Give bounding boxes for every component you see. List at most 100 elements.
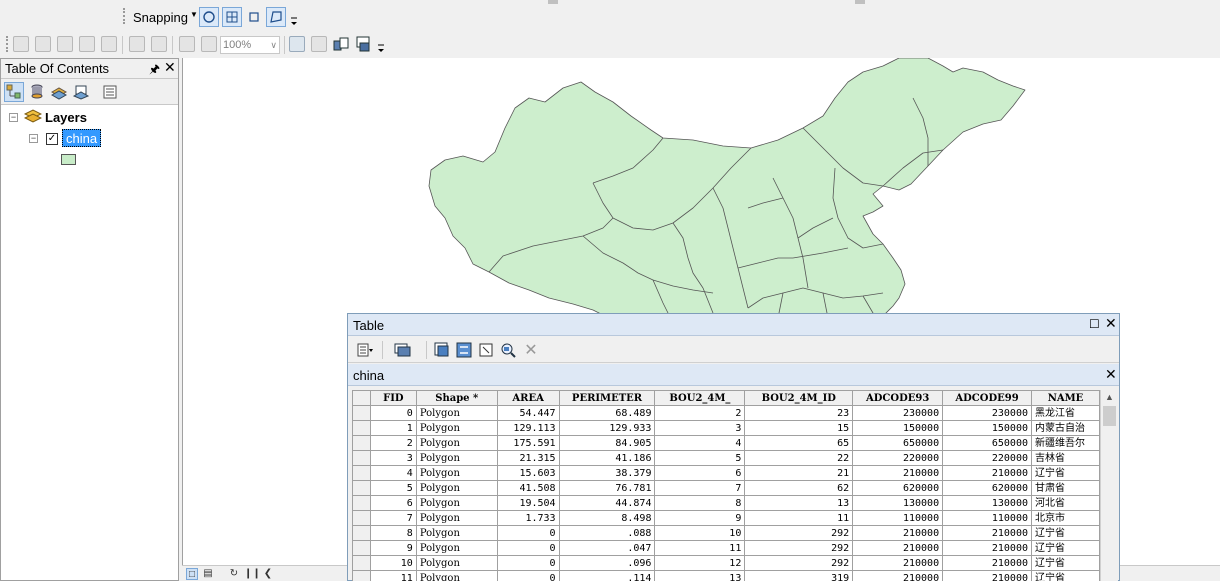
table-cell[interactable]: 9: [654, 510, 746, 526]
table-cell[interactable]: .114: [558, 570, 656, 581]
table-cell[interactable]: 620000: [852, 480, 944, 496]
table-cell[interactable]: .096: [558, 555, 656, 571]
select-by-attributes-button[interactable]: [433, 341, 451, 359]
table-cell[interactable]: 10: [654, 525, 746, 541]
table-cell[interactable]: Polygon: [415, 465, 498, 481]
table-cell[interactable]: 辽宁省: [1030, 540, 1100, 556]
table-row[interactable]: 3 Polygon 21.315 41.186 5 22 220000 220000 吉林省: [352, 450, 1100, 466]
clear-selection-button[interactable]: [477, 341, 495, 359]
column-header[interactable]: AREA: [496, 390, 560, 406]
table-cell[interactable]: 8.498: [558, 510, 656, 526]
refresh-icon[interactable]: ↻: [228, 568, 240, 580]
table-cell[interactable]: 22: [744, 450, 854, 466]
table-cell[interactable]: 0: [369, 405, 417, 421]
maximize-icon[interactable]: ☐: [1089, 317, 1100, 331]
column-header[interactable]: PERIMETER: [558, 390, 656, 406]
table-row[interactable]: 1 Polygon 129.113 129.933 3 15 150000 150000 内蒙古…: [352, 420, 1100, 436]
table-row[interactable]: 10 Polygon 0.096 12 292 210000 210000 辽宁省: [352, 555, 1100, 571]
table-cell[interactable]: Polygon: [415, 480, 498, 496]
chevron-down-icon[interactable]: ∨: [270, 37, 277, 53]
table-cell[interactable]: 15: [744, 420, 854, 436]
table-cell[interactable]: 10: [369, 555, 417, 571]
table-cell[interactable]: 辽宁省: [1030, 555, 1100, 571]
table-cell[interactable]: 21.315: [496, 450, 560, 466]
table-cell[interactable]: Polygon: [415, 405, 498, 421]
table-cell[interactable]: 210000: [852, 465, 944, 481]
table-cell[interactable]: 11: [369, 570, 417, 581]
table-cell[interactable]: 230000: [852, 405, 944, 421]
table-cell[interactable]: Polygon: [415, 420, 498, 436]
end-snapping-button[interactable]: [222, 7, 242, 27]
table-row[interactable]: 0 Polygon 54.447 68.489 2 23 230000 230000 黑龙江省: [352, 405, 1100, 421]
row-selector[interactable]: [352, 495, 371, 511]
table-row[interactable]: 11 Polygon 0.114 13 319 210000 210000 辽宁省: [352, 570, 1100, 581]
table-cell[interactable]: 6: [654, 465, 746, 481]
row-selector[interactable]: [352, 525, 371, 541]
layer-collapse-icon[interactable]: −: [29, 134, 38, 143]
scroll-left-icon[interactable]: ❮: [262, 568, 274, 580]
toggle-draft-mode-icon[interactable]: [289, 36, 305, 52]
zoom-whole-page-icon[interactable]: [151, 36, 167, 52]
table-cell[interactable]: 1.733: [496, 510, 560, 526]
table-cell[interactable]: 150000: [852, 420, 944, 436]
column-header[interactable]: Shape *: [415, 390, 498, 406]
table-cell[interactable]: 13: [744, 495, 854, 511]
table-cell[interactable]: 0: [496, 570, 560, 581]
table-cell[interactable]: 2: [654, 405, 746, 421]
table-cell[interactable]: 0: [496, 555, 560, 571]
point-snapping-button[interactable]: [199, 7, 219, 27]
table-row[interactable]: 6 Polygon 19.504 44.874 8 13 130000 130000 河北省: [352, 495, 1100, 511]
table-cell[interactable]: 130000: [942, 495, 1032, 511]
scroll-up-icon[interactable]: ▲: [1105, 392, 1114, 402]
row-selector[interactable]: [352, 435, 371, 451]
table-cell[interactable]: 11: [744, 510, 854, 526]
fixed-zoom-icon[interactable]: [101, 36, 117, 52]
table-cell[interactable]: 8: [369, 525, 417, 541]
table-cell[interactable]: 230000: [942, 405, 1032, 421]
pause-drawing-icon[interactable]: ❙❙: [244, 568, 261, 580]
table-cell[interactable]: 9: [369, 540, 417, 556]
zoom-in-icon[interactable]: [13, 36, 29, 52]
table-cell[interactable]: 北京市: [1030, 510, 1100, 526]
table-cell[interactable]: .047: [558, 540, 656, 556]
table-cell[interactable]: 220000: [852, 450, 944, 466]
table-cell[interactable]: Polygon: [415, 570, 498, 581]
delete-selected-icon[interactable]: ✕: [522, 341, 540, 359]
data-driven-pages-icon[interactable]: [354, 35, 372, 53]
zoom-to-selected-button[interactable]: [499, 341, 517, 359]
table-cell[interactable]: 新疆维吾尔: [1030, 435, 1100, 451]
row-selector[interactable]: [352, 420, 371, 436]
table-cell[interactable]: 7: [369, 510, 417, 526]
layers-collapse-icon[interactable]: −: [9, 113, 18, 122]
table-cell[interactable]: 319: [744, 570, 854, 581]
table-cell[interactable]: 62: [744, 480, 854, 496]
table-cell[interactable]: 2: [369, 435, 417, 451]
row-selector[interactable]: [352, 540, 371, 556]
toc-options-button[interactable]: [100, 82, 120, 102]
table-cell[interactable]: 175.591: [496, 435, 560, 451]
table-cell[interactable]: Polygon: [415, 510, 498, 526]
table-cell[interactable]: 4: [369, 465, 417, 481]
edge-snapping-button[interactable]: [266, 7, 286, 27]
row-selector[interactable]: [352, 480, 371, 496]
table-row[interactable]: 5 Polygon 41.508 76.781 7 62 620000 620000 甘肃省: [352, 480, 1100, 496]
related-tables-button[interactable]: [394, 341, 412, 359]
switch-selection-button[interactable]: [455, 341, 473, 359]
row-selector[interactable]: [352, 555, 371, 571]
close-icon[interactable]: ✕: [1105, 315, 1117, 332]
zoom-out-icon[interactable]: [35, 36, 51, 52]
table-cell[interactable]: Polygon: [415, 435, 498, 451]
row-selector[interactable]: [352, 465, 371, 481]
table-cell[interactable]: 0: [496, 540, 560, 556]
table-cell[interactable]: 11: [654, 540, 746, 556]
back-extent-icon[interactable]: [179, 36, 195, 52]
table-cell[interactable]: 1: [369, 420, 417, 436]
table-cell[interactable]: 19.504: [496, 495, 560, 511]
layout-view-icon[interactable]: ▤: [202, 568, 214, 580]
table-cell[interactable]: 23: [744, 405, 854, 421]
table-cell[interactable]: 210000: [852, 540, 944, 556]
table-cell[interactable]: 110000: [852, 510, 944, 526]
table-cell[interactable]: 7: [654, 480, 746, 496]
zoom-to-selection-icon[interactable]: [129, 36, 145, 52]
table-cell[interactable]: .088: [558, 525, 656, 541]
